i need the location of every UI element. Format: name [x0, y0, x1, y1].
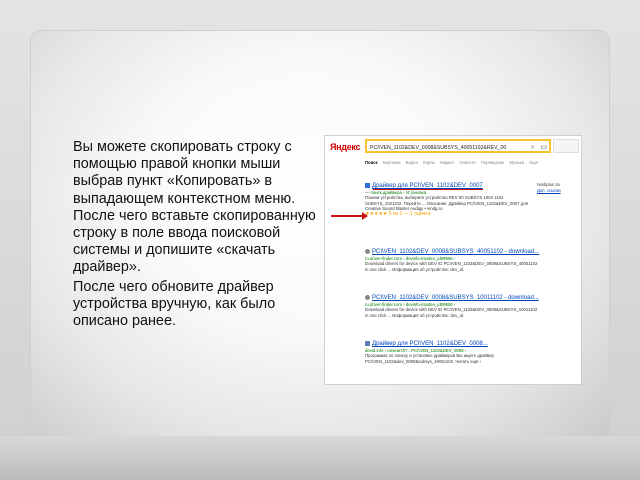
result-snippet: Download drivers for device with DEV ID … [365, 261, 538, 272]
bottom-band [0, 436, 640, 480]
search-tabs: Поиск Картинки Видео Карты Маркет Новост… [365, 160, 542, 165]
search-result: PCI\VEN_1102&DEV_0008&SUBSYS_40051102 - … [365, 248, 541, 272]
paragraph-2: После чего обновите драйвер устройства в… [73, 278, 276, 330]
tab-search[interactable]: Поиск [365, 160, 378, 165]
search-result: PCI\VEN_1102&DEV_0008&SUBSYS_10011102 - … [365, 294, 541, 318]
rating-stars: ★★★★★ 5 из 1 — 1 оценка [365, 210, 431, 217]
doc-icon [365, 340, 370, 346]
search-input-value: PCI\VEN_1102&DEV_0008&SUBSYS_40051102&RE… [370, 145, 507, 151]
result-snippet: Download drivers for device with DEV ID … [365, 307, 538, 318]
gear-icon [365, 248, 370, 254]
tab-images[interactable]: Картинки [383, 160, 401, 165]
search-screenshot: Яндекс PCI\VEN_1102&DEV_0008&SUBSYS_4005… [324, 135, 582, 385]
tab-video[interactable]: Видео [406, 160, 418, 165]
result-snippet: Поиски устройства, выберите устройство R… [365, 195, 529, 212]
slide: Вы можете скопировать строку с помощью п… [31, 31, 609, 443]
result-title-link[interactable]: PCI\VEN_1102&DEV_0008&SUBSYS_40051102 - … [365, 248, 541, 256]
highlight-underline [373, 189, 483, 190]
search-result: Драйвер для PCI\VEN_1102&DEV_0007 — поис… [365, 182, 541, 217]
result-title-link[interactable]: Драйвер для PCI\VEN_1102&DEV_0008... [365, 340, 541, 348]
search-button[interactable] [553, 139, 579, 153]
search-input[interactable]: PCI\VEN_1102&DEV_0008&SUBSYS_40051102&RE… [365, 139, 551, 153]
search-result: Драйвер для PCI\VEN_1102&DEV_0008... dev… [365, 340, 541, 364]
tab-maps[interactable]: Карты [423, 160, 435, 165]
pointer-arrow [331, 212, 368, 220]
tab-more[interactable]: Ещё [529, 160, 538, 165]
yandex-logo: Яндекс [330, 142, 361, 152]
paragraph-1: Вы можете скопировать строку с помощью п… [73, 139, 316, 276]
body-text: Вы можете скопировать строку с помощью п… [73, 139, 333, 332]
tab-translate[interactable]: Переводчик [481, 160, 504, 165]
favicon-icon [365, 182, 370, 188]
tab-market[interactable]: Маркет [440, 160, 454, 165]
keyboard-icon[interactable]: ▭ [540, 141, 547, 151]
result-snippet: Программа по поиску и установке драйверо… [365, 353, 494, 364]
gear-icon [365, 294, 370, 300]
tab-music[interactable]: Музыка [509, 160, 524, 165]
tab-news[interactable]: Новости [460, 160, 476, 165]
clear-icon[interactable]: ✕ [530, 141, 535, 151]
result-title-link[interactable]: PCI\VEN_1102&DEV_0008&SUBSYS_10011102 - … [365, 294, 541, 302]
